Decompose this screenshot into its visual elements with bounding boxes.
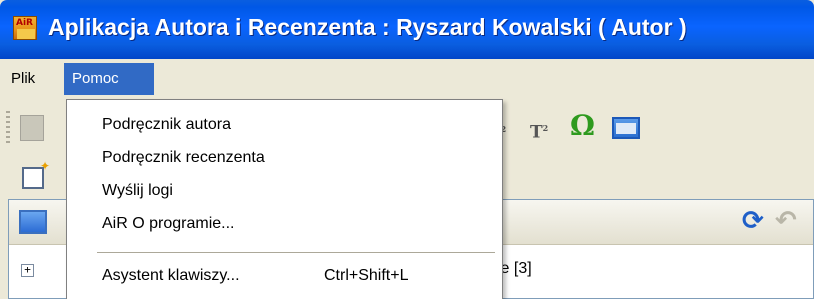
window-layout-icon[interactable] xyxy=(612,117,640,139)
special-characters-omega-button[interactable]: Ω xyxy=(570,111,595,143)
app-icon: AiR xyxy=(13,16,37,40)
menu-item-o-programie[interactable]: AiR O programie... xyxy=(102,210,234,238)
panel-window-icon xyxy=(19,210,47,234)
menu-pomoc[interactable]: Pomoc xyxy=(64,63,154,95)
save-icon[interactable] xyxy=(20,115,44,141)
menu-plik[interactable]: Plik xyxy=(5,63,41,95)
window-title: Aplikacja Autora i Recenzenta : Ryszard … xyxy=(48,14,687,40)
toolbar-grip-handle[interactable] xyxy=(6,111,10,145)
menu-item-wyslij-logi[interactable]: Wyślij logi xyxy=(102,177,173,205)
app-icon-label: AiR xyxy=(16,18,33,28)
menu-item-shortcut: Ctrl+Shift+L xyxy=(324,267,409,284)
superscript-button[interactable]: T2 xyxy=(530,111,548,143)
help-dropdown-menu: Podręcznik autora Podręcznik recenzenta … xyxy=(66,99,503,299)
menu-separator xyxy=(97,252,495,254)
menu-item-podrecznik-recenzenta[interactable]: Podręcznik recenzenta xyxy=(102,144,265,172)
refresh-icon[interactable]: ⟳ xyxy=(742,206,764,236)
tree-expand-icon[interactable]: + xyxy=(21,264,34,277)
undo-icon[interactable]: ↶ xyxy=(775,206,797,236)
menu-item-podrecznik-autora[interactable]: Podręcznik autora xyxy=(102,111,231,139)
menu-bar: Plik Pomoc xyxy=(0,59,814,99)
menu-item-asystent-klawiszy[interactable]: Asystent klawiszy... xyxy=(102,262,240,290)
new-document-icon[interactable] xyxy=(22,159,50,189)
window-titlebar: AiR Aplikacja Autora i Recenzenta : Rysz… xyxy=(0,0,814,59)
